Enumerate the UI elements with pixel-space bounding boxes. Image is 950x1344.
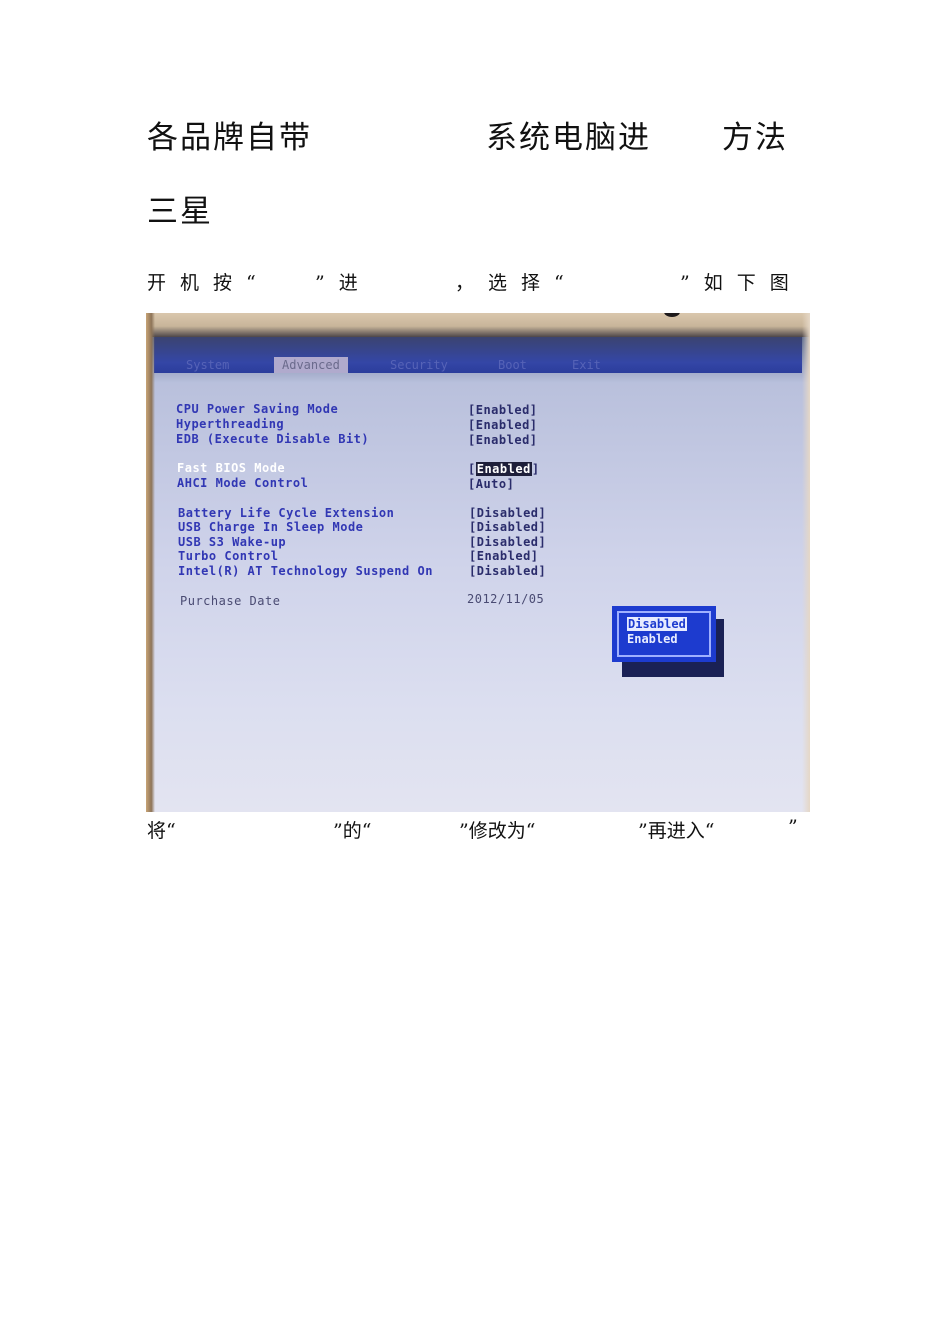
setting-label-turbo[interactable]: Turbo Control [178, 549, 278, 563]
monitor-bezel-right [802, 313, 810, 812]
setting-value-purchase-date: 2012/11/05 [467, 592, 545, 606]
webcam-dot [664, 313, 680, 317]
instruction-line-2: 将“ ”的“ ”修改为“ ”再进入“ ” [0, 816, 950, 844]
setting-value-edb[interactable]: [Enabled] [468, 433, 538, 447]
setting-label-usb-charge[interactable]: USB Charge In Sleep Mode [178, 520, 363, 534]
line2-text-c: ”修改为“ [459, 820, 536, 842]
setting-value-fast-bios[interactable]: [Enabled] [468, 462, 540, 476]
setting-value-hyperthreading[interactable]: [Enabled] [468, 418, 538, 432]
heading-part-2: 系统电脑进 [486, 120, 651, 156]
line2-text-a: 将“ [147, 820, 176, 842]
setting-value-cpu-power[interactable]: [Enabled] [468, 403, 538, 417]
line1-text-c: ，选择“ [455, 272, 578, 294]
popup-option-enabled[interactable]: Enabled [627, 632, 701, 647]
line2-text-e: ” [788, 816, 798, 838]
instruction-line-1: 开机按“ ”进 ，选择“ ”如下图 [0, 268, 950, 298]
setting-value-turbo[interactable]: [Enabled] [469, 549, 539, 563]
setting-value-intel-at[interactable]: [Disabled] [469, 564, 546, 578]
line2-text-b: ”的“ [333, 820, 372, 842]
setting-label-fast-bios[interactable]: Fast BIOS Mode [177, 461, 285, 475]
bios-settings-list: CPU Power Saving Mode [Enabled] Hyperthr… [146, 313, 810, 812]
option-popup[interactable]: Disabled Enabled [612, 606, 716, 662]
setting-label-battery[interactable]: Battery Life Cycle Extension [178, 506, 394, 520]
setting-value-battery[interactable]: [Disabled] [469, 506, 546, 520]
setting-label-cpu-power[interactable]: CPU Power Saving Mode [176, 402, 338, 416]
setting-label-intel-at[interactable]: Intel(R) AT Technology Suspend On [178, 564, 433, 578]
popup-option-disabled-label[interactable]: Disabled [627, 617, 687, 631]
line1-text-d: ”如下图 [680, 272, 803, 294]
setting-label-usb-s3[interactable]: USB S3 Wake-up [178, 535, 286, 549]
option-popup-list[interactable]: Disabled Enabled [617, 611, 711, 657]
brand-heading: 三星 [147, 194, 213, 230]
heading-part-1: 各品牌自带 [147, 120, 312, 156]
setting-value-usb-charge[interactable]: [Disabled] [469, 520, 546, 534]
setting-label-ahci[interactable]: AHCI Mode Control [177, 476, 308, 490]
popup-option-disabled[interactable]: Disabled [627, 617, 701, 632]
setting-label-hyperthreading[interactable]: Hyperthreading [176, 417, 284, 431]
heading-part-3: 方法 [722, 120, 788, 156]
line2-text-d: ”再进入“ [638, 820, 715, 842]
line1-text-a: 开机按“ [147, 272, 270, 294]
line1-text-b: ”进 [315, 272, 372, 294]
setting-label-purchase-date: Purchase Date [180, 594, 281, 608]
setting-label-edb[interactable]: EDB (Execute Disable Bit) [176, 432, 369, 446]
page-heading: 各品牌自带 系统电脑进 方法 [0, 112, 950, 156]
setting-value-ahci[interactable]: [Auto] [468, 477, 514, 491]
monitor-bezel-left [146, 313, 155, 812]
bios-screenshot: System Advanced Security Boot Exit CPU P… [146, 313, 810, 812]
monitor-bezel-top [146, 313, 810, 337]
fast-bios-selected-value[interactable]: Enabled [475, 462, 532, 476]
setting-value-usb-s3[interactable]: [Disabled] [469, 535, 546, 549]
